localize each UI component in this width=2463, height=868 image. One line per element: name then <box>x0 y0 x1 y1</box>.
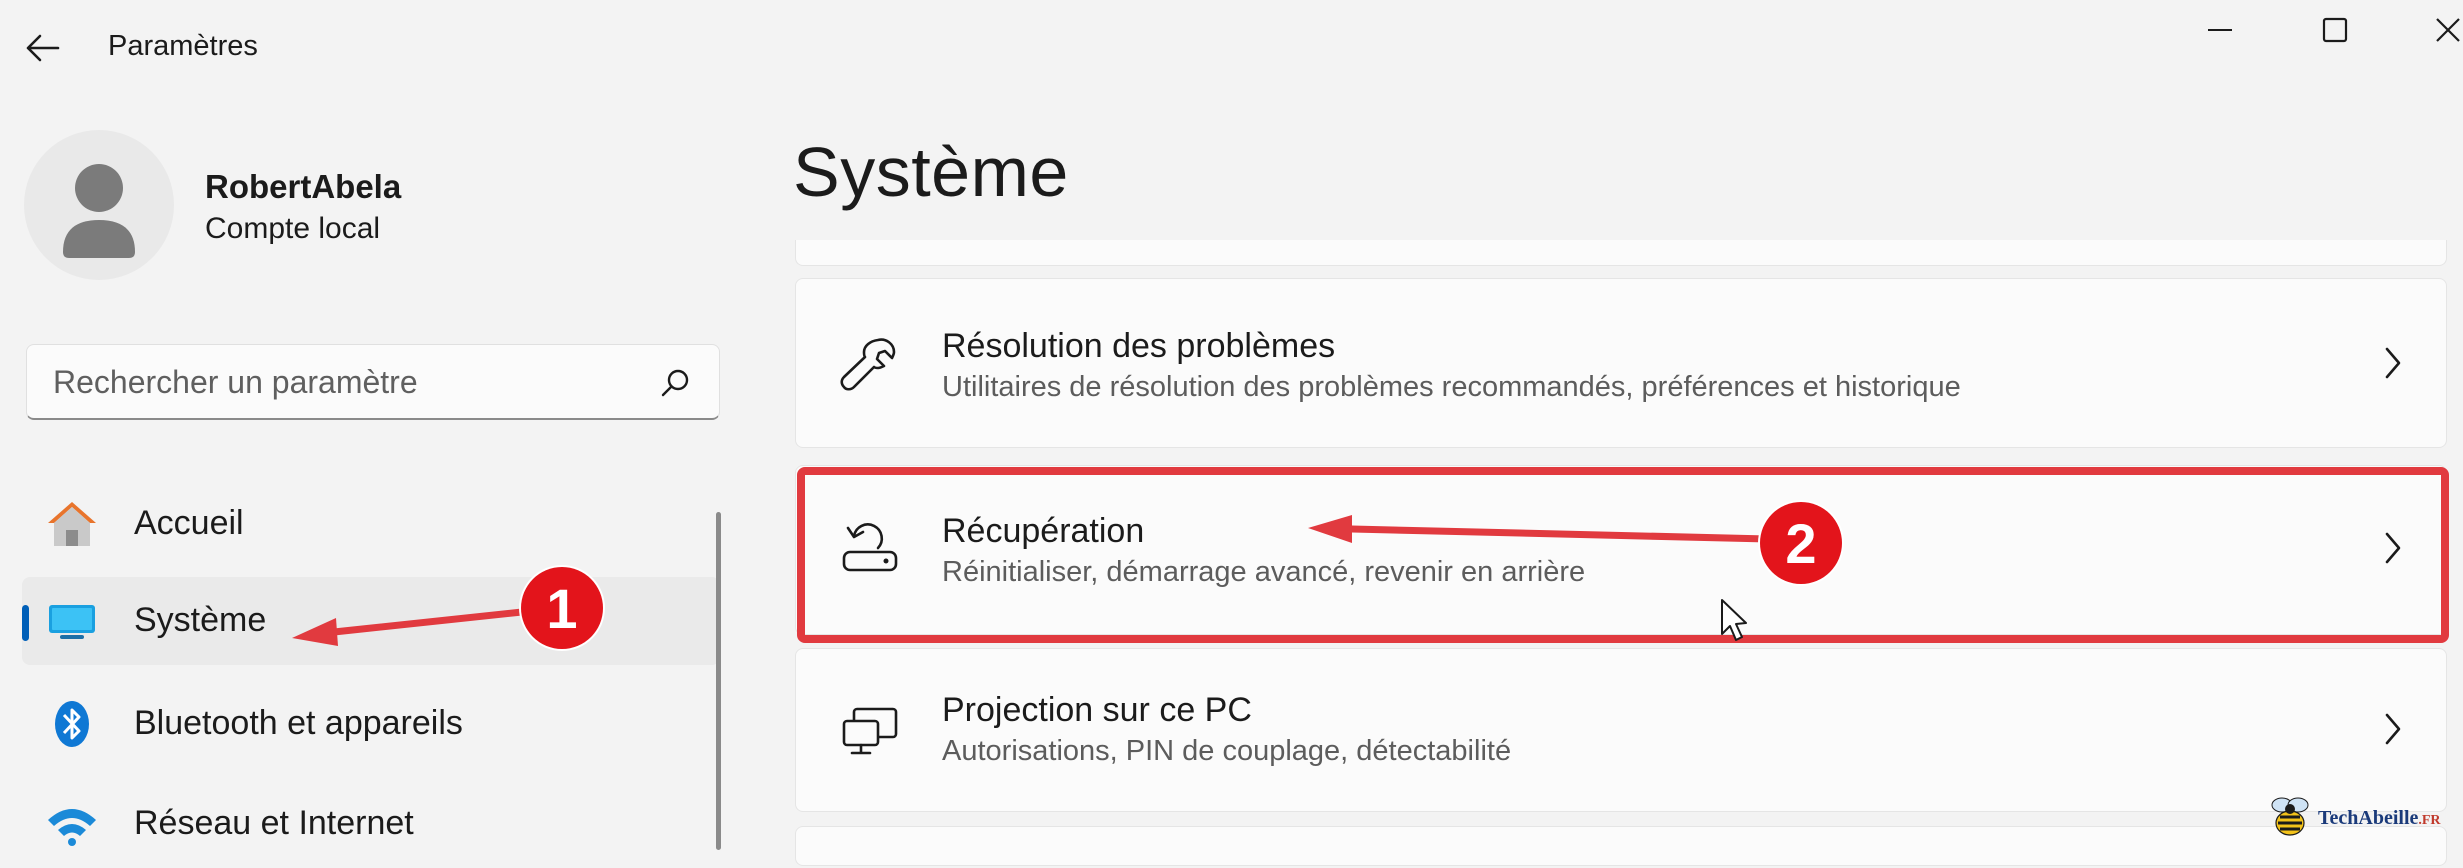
bee-icon <box>2271 797 2309 836</box>
watermark-brand: TechAbeille <box>2318 807 2419 829</box>
annotation-arrows <box>292 515 1772 646</box>
watermark-suffix: .FR <box>2418 813 2441 828</box>
watermark-logo: TechAbeille.FR <box>2262 793 2462 843</box>
mouse-cursor-icon <box>1721 599 1747 641</box>
step-badge-2: 2 <box>1760 502 1842 584</box>
arrow-step-2 <box>1308 515 1772 543</box>
watermark-text: TechAbeille.FR <box>2318 807 2441 830</box>
step-badge-1: 1 <box>521 567 603 649</box>
arrow-step-1 <box>292 608 526 646</box>
